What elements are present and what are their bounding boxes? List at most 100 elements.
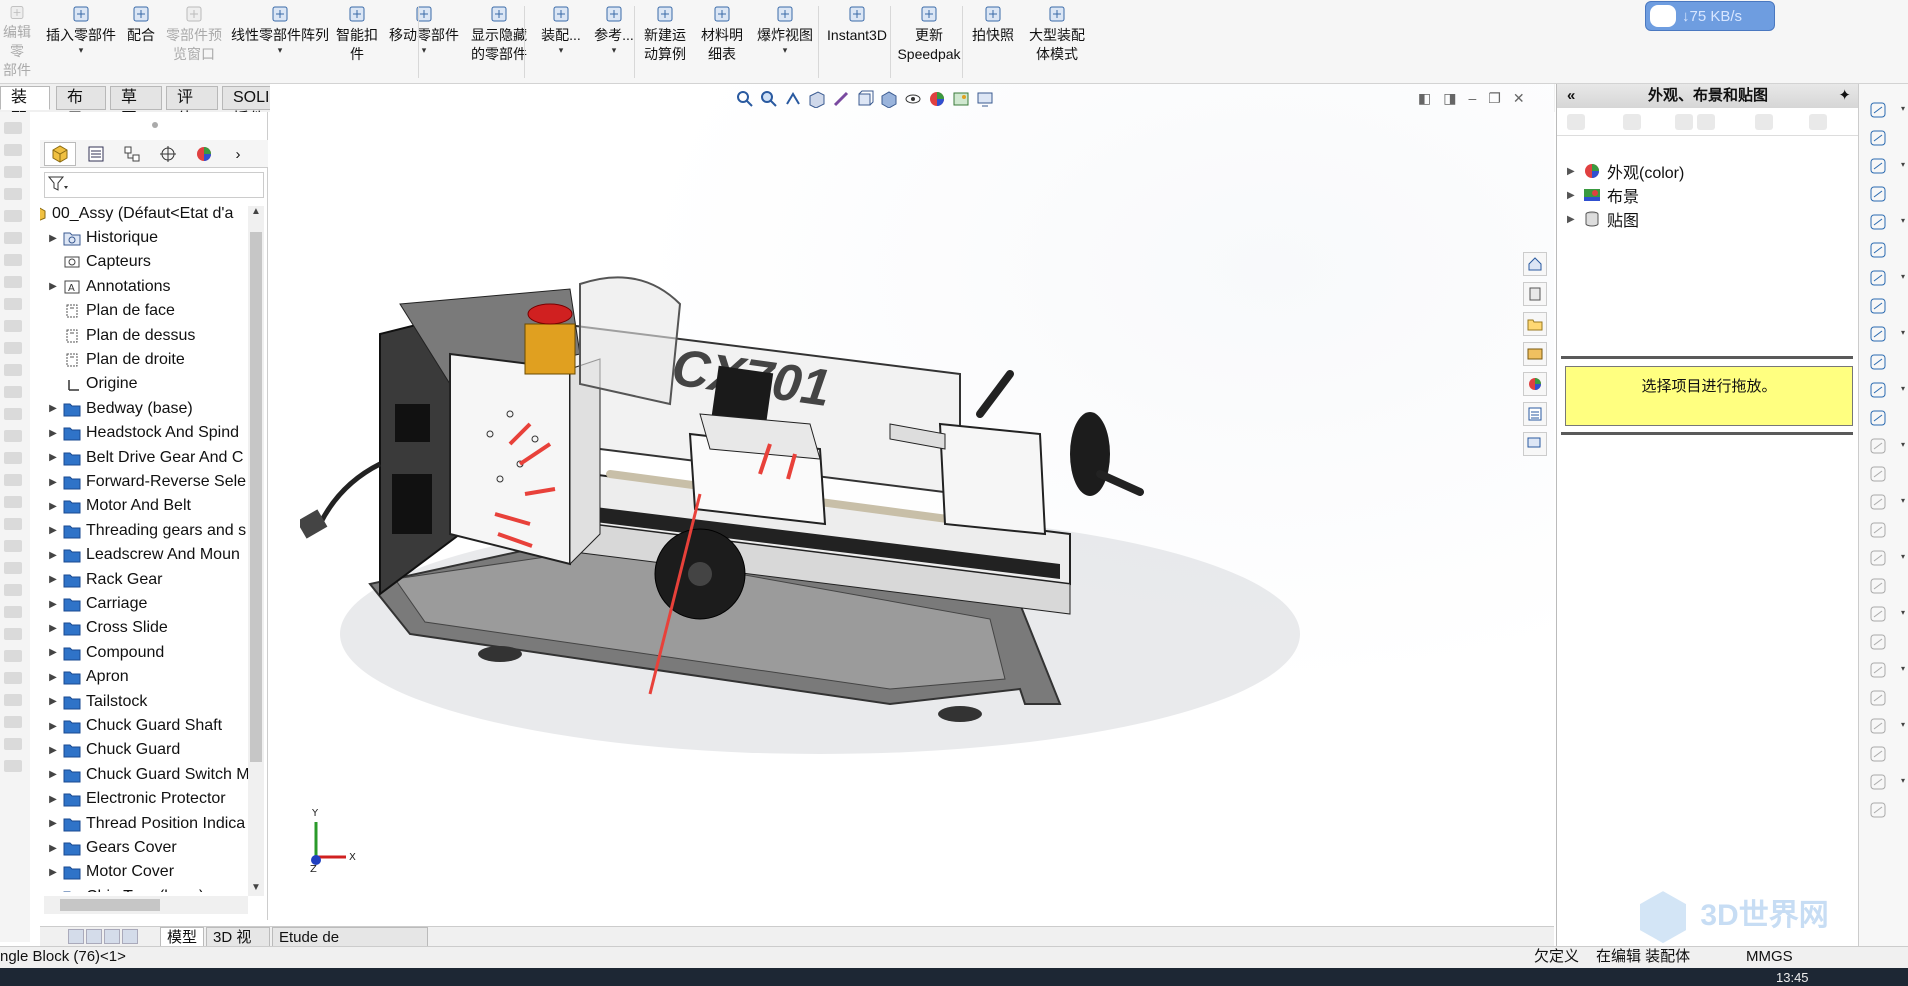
add-to-library-icon[interactable]: [1697, 114, 1715, 130]
panel-divider[interactable]: [1561, 356, 1853, 359]
smart-dimension-icon[interactable]: [1867, 128, 1889, 148]
minimize-icon[interactable]: ‒: [1468, 90, 1476, 107]
close-icon[interactable]: ✕: [1513, 90, 1525, 107]
left-tool-icon[interactable]: [4, 342, 22, 354]
dropdown-arrow-icon[interactable]: ▾: [1901, 104, 1905, 113]
dropdown-arrow-icon[interactable]: ▾: [1901, 496, 1905, 505]
expand-arrow-icon[interactable]: ▶: [46, 794, 60, 805]
expand-arrow-icon[interactable]: ▶: [46, 477, 60, 488]
restore-icon[interactable]: ❐: [1488, 90, 1501, 107]
left-tool-icon[interactable]: [4, 672, 22, 684]
display-style-icon[interactable]: [878, 88, 900, 110]
tree-item[interactable]: ▶ A Annotations: [40, 275, 250, 299]
expand-arrow-icon[interactable]: ▶: [46, 647, 60, 658]
dropdown-arrow-icon[interactable]: ▾: [1901, 216, 1905, 225]
dropdown-arrow-icon[interactable]: ▾: [1901, 440, 1905, 449]
zoom-area-icon[interactable]: [758, 88, 780, 110]
left-tool-icon[interactable]: [4, 452, 22, 464]
polygon-icon[interactable]: ▾: [1867, 268, 1905, 288]
ribbon-button-component-preview[interactable]: 零部件预 览窗口: [162, 4, 226, 80]
left-tool-icon[interactable]: [4, 386, 22, 398]
left-tool-icon[interactable]: [4, 298, 22, 310]
view-settings-icon[interactable]: [974, 88, 996, 110]
tree-item[interactable]: ▶ Bedway (base): [40, 397, 250, 421]
expand-arrow-icon[interactable]: ▶: [46, 599, 60, 610]
forum-icon[interactable]: [1523, 432, 1547, 456]
repair-icon[interactable]: [1867, 688, 1889, 708]
graphics-area[interactable]: ◧ ◨ ‒ ❐ ✕ CX701: [270, 84, 1554, 926]
left-tool-icon[interactable]: [4, 430, 22, 442]
tree-item[interactable]: ▶ Chuck Guard Switch M: [40, 763, 250, 787]
expand-arrow-icon[interactable]: ▶: [46, 403, 60, 414]
tree-item[interactable]: ▶ Belt Drive Gear And C: [40, 446, 250, 470]
line-icon[interactable]: ▾: [1867, 100, 1905, 120]
expand-arrow-icon[interactable]: ▶: [46, 281, 60, 292]
last-tab-icon[interactable]: [122, 929, 138, 944]
configurationmanager-tab-icon[interactable]: [116, 142, 148, 166]
zoom-to-fit-icon[interactable]: [734, 88, 756, 110]
tree-item[interactable]: Capteurs: [40, 250, 250, 274]
centerline-icon[interactable]: ▾: [1867, 380, 1905, 400]
ribbon-button-reference-geometry[interactable]: 参考... ▾: [590, 4, 638, 80]
tree-item[interactable]: ▶ Historique: [40, 226, 250, 250]
tree-item[interactable]: ▶ Motor Cover: [40, 860, 250, 884]
plane-icon[interactable]: [1867, 464, 1889, 484]
apply-scene-icon[interactable]: [950, 88, 972, 110]
tree-item[interactable]: ▶ Chip Tray (base): [40, 885, 250, 892]
history-dropdown-icon[interactable]: [1675, 114, 1693, 130]
ribbon-button-snapshot-camera[interactable]: 拍快照: [966, 4, 1020, 80]
scroll-thumb[interactable]: [250, 232, 262, 762]
chevron-right-icon[interactable]: ›: [226, 142, 250, 166]
ribbon-button-mate-paperclip[interactable]: 配合: [122, 4, 160, 80]
tile-left-icon[interactable]: ◧: [1418, 90, 1431, 107]
expand-arrow-icon[interactable]: ▶: [46, 769, 60, 780]
dropdown-arrow-icon[interactable]: ▾: [783, 45, 788, 55]
expand-arrow-icon[interactable]: ▶: [46, 501, 60, 512]
tree-vertical-scrollbar[interactable]: ▲ ▼: [248, 206, 264, 896]
resources-home-icon[interactable]: [1523, 252, 1547, 276]
appearance-item[interactable]: ▶ 外观(color): [1567, 160, 1684, 182]
tree-item[interactable]: ▶ Headstock And Spind: [40, 421, 250, 445]
dropdown-arrow-icon[interactable]: ▾: [1901, 664, 1905, 673]
view-orientation-icon[interactable]: [854, 88, 876, 110]
left-tool-icon[interactable]: [4, 760, 22, 772]
expand-arrow-icon[interactable]: ▶: [46, 721, 60, 732]
dropdown-arrow-icon[interactable]: ▾: [1901, 776, 1905, 785]
tree-horizontal-scrollbar[interactable]: [44, 896, 248, 914]
ribbon-button-new-motion-study[interactable]: 新建运 动算例: [640, 4, 690, 80]
expand-arrow-icon[interactable]: ▶: [46, 525, 60, 536]
expand-arrow-icon[interactable]: ▶: [46, 428, 60, 439]
expand-arrow-icon[interactable]: ▶: [46, 745, 60, 756]
custom-properties-icon[interactable]: [1523, 402, 1547, 426]
expand-arrow-icon[interactable]: ▶: [46, 574, 60, 585]
tree-filter[interactable]: [44, 172, 264, 198]
instant2d-icon[interactable]: ▾: [1867, 772, 1905, 792]
point-icon[interactable]: ▾: [1867, 436, 1905, 456]
ribbon-button-update-speedpak[interactable]: 更新 Speedpak: [896, 4, 962, 80]
ribbon-button-move-component[interactable]: 移动零部件 ▾: [384, 4, 464, 80]
tree-item[interactable]: ▶ Thread Position Indica: [40, 812, 250, 836]
tree-item[interactable]: ▶ Cross Slide: [40, 616, 250, 640]
arc-icon[interactable]: [1867, 240, 1889, 260]
tree-root-assembly[interactable]: 00_Assy (Défaut<Etat d'a: [40, 202, 250, 226]
left-tool-icon[interactable]: [4, 650, 22, 662]
rapid-sketch-icon[interactable]: [1867, 744, 1889, 764]
left-tool-icon[interactable]: [4, 628, 22, 640]
tree-item[interactable]: ▶ Forward-Reverse Sele: [40, 470, 250, 494]
design-library-icon[interactable]: [1523, 282, 1547, 306]
left-tool-icon[interactable]: [4, 496, 22, 508]
expand-arrow-icon[interactable]: ▶: [1567, 190, 1583, 201]
ribbon-button-instant3d[interactable]: Instant3D: [822, 4, 892, 80]
left-tool-icon[interactable]: [4, 254, 22, 266]
ribbon-button-bill-of-materials[interactable]: 材料明 细表: [696, 4, 748, 80]
left-tool-icon[interactable]: [4, 474, 22, 486]
move-entities-icon[interactable]: [1867, 632, 1889, 652]
tree-item[interactable]: Plan de droite: [40, 348, 250, 372]
left-tool-icon[interactable]: [4, 144, 22, 156]
tree-item[interactable]: ▶ Tailstock: [40, 690, 250, 714]
expand-arrow-icon[interactable]: ▶: [46, 843, 60, 854]
status-units[interactable]: MMGS: [1746, 947, 1793, 967]
left-tool-icon[interactable]: [4, 606, 22, 618]
tree-item[interactable]: ▶ Compound: [40, 641, 250, 665]
ribbon-button-linear-pattern[interactable]: 线性零部件阵列 ▾: [228, 4, 332, 80]
